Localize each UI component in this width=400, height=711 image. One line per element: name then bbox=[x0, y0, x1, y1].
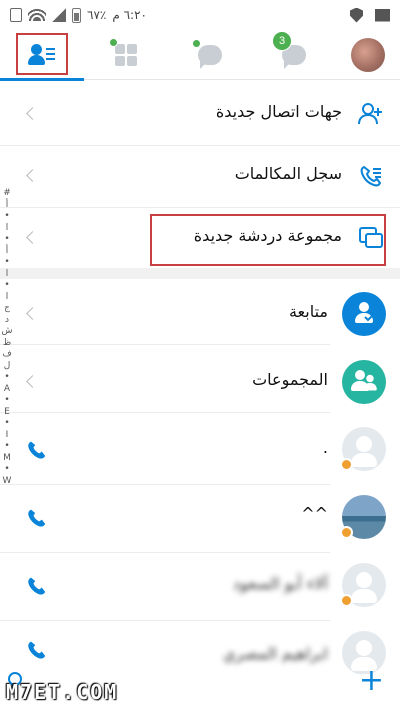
live-chat-icon bbox=[198, 44, 222, 69]
index-letter[interactable]: E bbox=[4, 407, 10, 419]
status-dot bbox=[340, 458, 353, 471]
status-dot bbox=[340, 526, 353, 539]
status-dot bbox=[340, 594, 353, 607]
index-letter[interactable]: • bbox=[4, 280, 9, 292]
index-letter[interactable]: • bbox=[4, 211, 9, 223]
index-letter[interactable]: ا bbox=[6, 269, 9, 281]
index-letter[interactable]: ل bbox=[4, 361, 11, 373]
add-contact-icon bbox=[356, 99, 386, 129]
contact-row[interactable]: . bbox=[0, 420, 400, 480]
index-letter[interactable]: ف bbox=[2, 349, 11, 361]
section-divider bbox=[0, 268, 400, 279]
watermark: M7ET.COM bbox=[6, 680, 119, 704]
notification-icon bbox=[10, 8, 22, 22]
battery-icon bbox=[72, 7, 81, 23]
index-letter[interactable]: W bbox=[3, 476, 12, 488]
menu-label: سجل المكالمات bbox=[234, 164, 342, 183]
status-right bbox=[350, 7, 390, 23]
profile-avatar bbox=[351, 37, 385, 72]
index-letter[interactable]: د bbox=[5, 315, 9, 327]
highlight-box-new-group bbox=[150, 214, 386, 266]
tab-chats[interactable]: 3 bbox=[252, 30, 336, 80]
divider bbox=[0, 145, 400, 146]
index-letter[interactable]: ا bbox=[6, 292, 9, 304]
divider bbox=[0, 620, 330, 621]
signal-icon bbox=[52, 8, 66, 22]
contact-name: ^^ bbox=[301, 504, 328, 523]
menu-label: المجموعات bbox=[252, 370, 328, 389]
index-letter[interactable]: • bbox=[4, 464, 9, 476]
tab-profile[interactable] bbox=[336, 30, 400, 80]
contact-name: ابراهيم المصري bbox=[223, 644, 328, 663]
phone-icon[interactable] bbox=[26, 440, 46, 460]
index-letter[interactable]: M bbox=[3, 453, 11, 465]
index-letter[interactable]: أ bbox=[6, 200, 9, 212]
wifi-icon bbox=[28, 9, 46, 21]
menu-call-log[interactable]: سجل المكالمات bbox=[0, 150, 400, 202]
chevron-left-icon bbox=[26, 107, 39, 120]
contact-row[interactable]: ^^ bbox=[0, 488, 400, 548]
index-letter[interactable]: ظ bbox=[3, 338, 11, 350]
contact-avatar bbox=[340, 427, 386, 471]
chevron-left-icon bbox=[26, 307, 39, 320]
divider bbox=[0, 344, 330, 345]
unread-badge: 3 bbox=[272, 30, 292, 51]
contact-name: . bbox=[322, 438, 328, 457]
online-dot bbox=[109, 37, 118, 47]
chevron-left-icon bbox=[26, 231, 39, 244]
menu-groups[interactable]: المجموعات bbox=[0, 356, 400, 408]
index-letter[interactable]: • bbox=[4, 418, 9, 430]
index-letter[interactable]: ش bbox=[2, 326, 13, 338]
battery-percent: ٪٦٧ bbox=[87, 8, 107, 22]
menu-label: متابعة bbox=[288, 302, 328, 321]
status-bar: ٦:٢٠ م ٪٦٧ bbox=[0, 0, 400, 30]
index-letter[interactable]: ا bbox=[6, 223, 9, 235]
index-letter[interactable]: A bbox=[4, 384, 10, 396]
divider bbox=[0, 207, 400, 208]
phone-icon[interactable] bbox=[26, 508, 46, 528]
call-log-icon bbox=[356, 161, 386, 191]
image-icon bbox=[375, 8, 390, 22]
tab-apps[interactable] bbox=[84, 30, 168, 80]
index-letter[interactable]: • bbox=[4, 257, 9, 269]
contact-avatar bbox=[340, 563, 386, 607]
tab-live[interactable] bbox=[168, 30, 252, 80]
status-left: ٦:٢٠ م ٪٦٧ bbox=[10, 7, 147, 23]
index-letter[interactable]: • bbox=[4, 441, 9, 453]
chevron-left-icon bbox=[26, 169, 39, 182]
menu-new-contacts[interactable]: جهات اتصال جديدة bbox=[0, 88, 400, 140]
phone-icon[interactable] bbox=[26, 576, 46, 596]
chevron-left-icon bbox=[26, 375, 39, 388]
add-button[interactable]: + bbox=[359, 666, 384, 696]
shield-icon bbox=[350, 7, 363, 23]
highlight-box-contacts-tab bbox=[16, 33, 68, 75]
alphabet-index[interactable]: # أ • ا • أ • ا • ا ج د ش ظ ف ل • A • E • I • M • W bbox=[2, 188, 13, 488]
online-dot bbox=[192, 38, 201, 48]
clock: ٦:٢٠ م bbox=[112, 8, 147, 22]
phone-icon[interactable] bbox=[26, 640, 46, 660]
divider bbox=[0, 484, 330, 485]
index-letter[interactable]: • bbox=[4, 395, 9, 407]
contact-name: آلاء أبو السعود bbox=[232, 574, 328, 593]
divider bbox=[0, 552, 330, 553]
menu-label: جهات اتصال جديدة bbox=[215, 102, 342, 121]
contact-avatar-photo bbox=[340, 495, 386, 539]
apps-grid-icon bbox=[115, 43, 137, 66]
groups-icon bbox=[342, 360, 386, 404]
index-letter[interactable]: ج bbox=[4, 303, 10, 315]
index-letter[interactable]: أ bbox=[6, 246, 9, 258]
index-letter[interactable]: # bbox=[3, 188, 11, 200]
index-letter[interactable]: • bbox=[4, 234, 9, 246]
menu-following[interactable]: متابعة bbox=[0, 288, 400, 340]
divider bbox=[0, 412, 330, 413]
index-letter[interactable]: I bbox=[6, 430, 9, 442]
following-icon bbox=[342, 292, 386, 336]
contact-row[interactable]: آلاء أبو السعود bbox=[0, 556, 400, 616]
index-letter[interactable]: • bbox=[4, 372, 9, 384]
